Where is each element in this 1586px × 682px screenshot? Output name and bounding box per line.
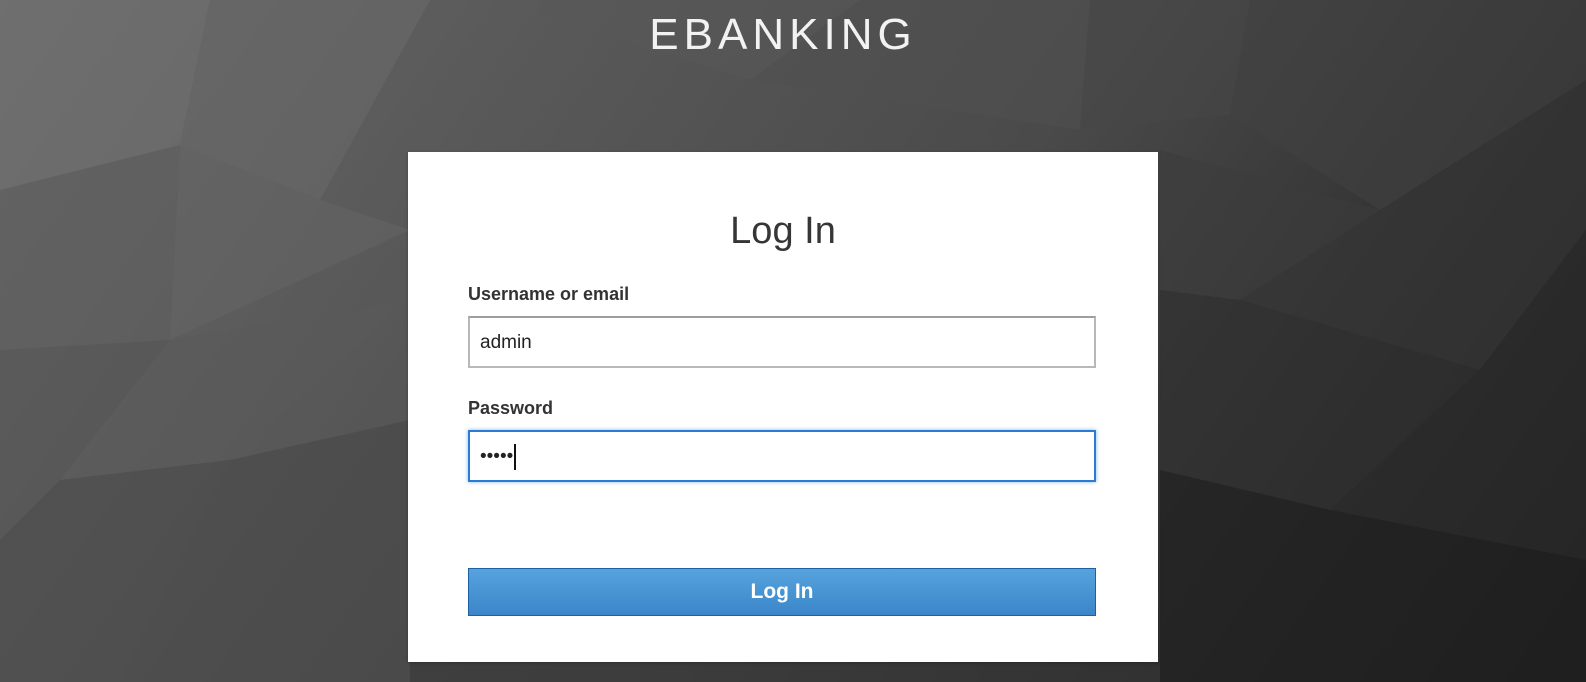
password-value: •••••	[480, 446, 514, 467]
brand-title: EBANKING	[649, 10, 917, 59]
username-value: admin	[480, 332, 532, 353]
login-card: Log In Username or email admin Password …	[408, 152, 1158, 662]
username-label: Username or email	[468, 284, 630, 304]
username-input[interactable]: admin	[468, 316, 1096, 368]
password-input[interactable]: •••••	[468, 430, 1096, 482]
password-label: Password	[468, 398, 554, 418]
text-cursor	[514, 443, 517, 470]
login-heading: Log In	[730, 210, 836, 252]
login-button[interactable]: Log In	[468, 568, 1096, 616]
